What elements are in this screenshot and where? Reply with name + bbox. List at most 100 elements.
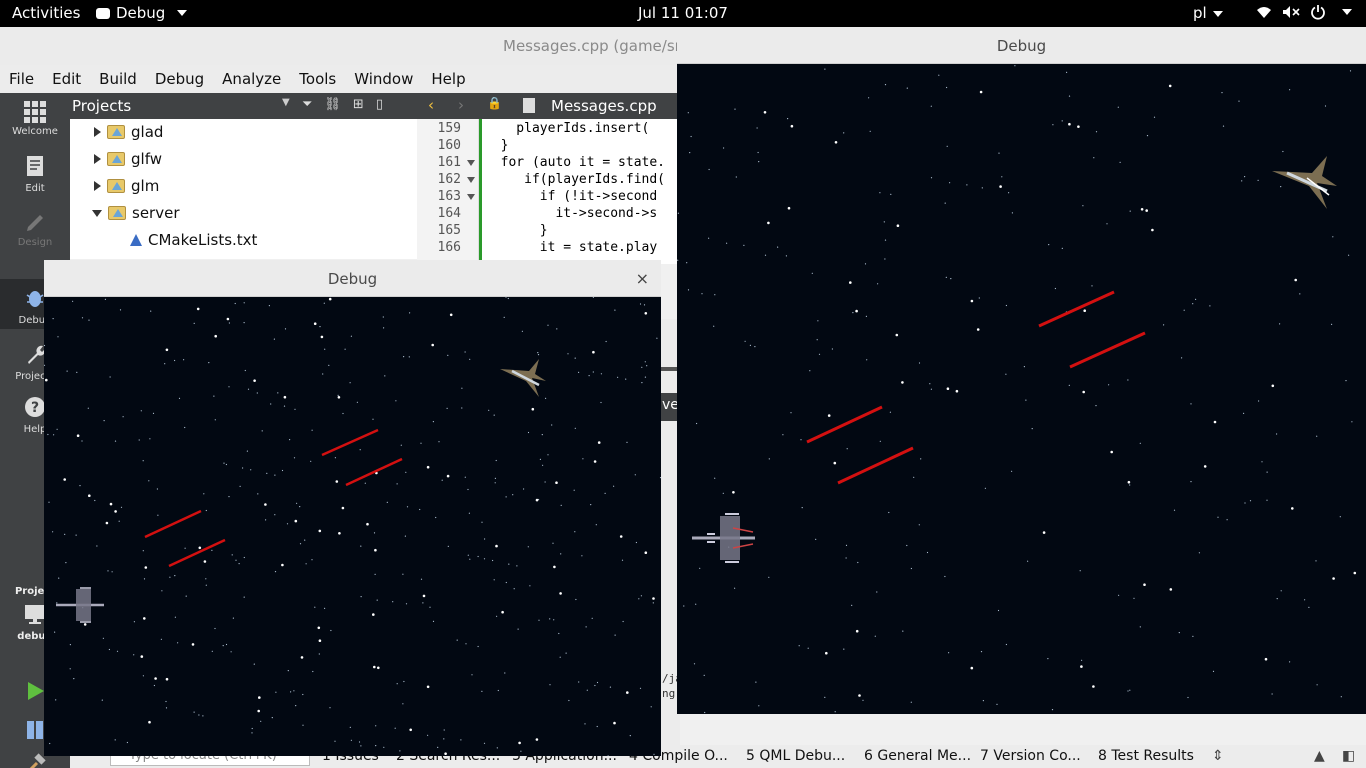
game-canvas[interactable] xyxy=(677,64,1366,714)
forward-arrow-icon[interactable]: › xyxy=(458,96,464,114)
fold-marker-icon[interactable] xyxy=(467,160,475,166)
mode-label: Edit xyxy=(25,183,45,194)
cpp-file-icon xyxy=(523,98,535,113)
star xyxy=(1221,92,1223,94)
star xyxy=(644,551,648,554)
tree-item-glm[interactable]: glm xyxy=(94,173,159,199)
close-sidebar-icon[interactable]: ▯ xyxy=(376,97,383,112)
star xyxy=(1140,208,1144,211)
star xyxy=(824,68,826,70)
menu-help[interactable]: Help xyxy=(422,65,474,94)
star xyxy=(142,550,144,552)
star xyxy=(652,602,654,604)
pane-switcher-icon[interactable]: ⇕ xyxy=(1212,748,1224,764)
expand-arrow-icon[interactable] xyxy=(94,154,101,164)
split-icon[interactable]: ⊞ xyxy=(353,97,364,112)
star xyxy=(443,729,445,731)
system-menu[interactable] xyxy=(1256,4,1352,20)
menu-window[interactable]: Window xyxy=(345,65,422,94)
star xyxy=(551,424,553,426)
projects-view-selector[interactable]: Projects xyxy=(72,97,131,115)
star xyxy=(1294,278,1297,282)
star xyxy=(1054,287,1056,290)
star xyxy=(286,523,289,525)
code-editor[interactable]: 159 playerIds.insert(160 } 161 for (auto … xyxy=(417,119,680,264)
back-arrow-icon[interactable]: ‹ xyxy=(428,96,434,114)
star xyxy=(1209,305,1211,307)
tree-item-glad[interactable]: glad xyxy=(94,119,163,145)
star xyxy=(406,506,409,508)
star xyxy=(477,555,479,558)
menu-analyze[interactable]: Analyze xyxy=(213,65,290,94)
star xyxy=(184,426,186,429)
star xyxy=(277,392,279,394)
expand-arrow-icon[interactable] xyxy=(94,181,101,191)
tree-item-cmakelists[interactable]: CMakeLists.txt xyxy=(130,227,257,253)
star xyxy=(328,364,330,366)
star xyxy=(547,324,549,326)
pane-general-messages[interactable]: 6 General Me... xyxy=(864,748,971,764)
game-canvas[interactable] xyxy=(44,297,661,756)
collapse-arrow-icon[interactable] xyxy=(92,209,102,217)
expand-arrow-icon[interactable] xyxy=(94,127,101,137)
open-file-name[interactable]: Messages.cpp xyxy=(551,97,657,115)
star xyxy=(58,577,60,579)
toggle-output-icon[interactable]: ▲ xyxy=(1314,748,1325,764)
pane-qml-debugger[interactable]: 5 QML Debu... xyxy=(746,748,845,764)
mode-design[interactable]: Design xyxy=(0,209,70,248)
activities-button[interactable]: Activities xyxy=(12,4,80,22)
menu-tools[interactable]: Tools xyxy=(290,65,345,94)
pane-test-results[interactable]: 8 Test Results xyxy=(1098,748,1194,764)
star xyxy=(652,597,655,600)
lock-icon[interactable]: 🔒 xyxy=(487,96,502,110)
filter-icon[interactable]: ⏷ xyxy=(302,97,312,112)
debug-game-window-small[interactable]: Debug × xyxy=(44,260,661,756)
star xyxy=(918,362,921,364)
menu-debug[interactable]: Debug xyxy=(146,65,213,94)
menu-build[interactable]: Build xyxy=(90,65,146,94)
tree-item-glfw[interactable]: glfw xyxy=(94,146,162,172)
star xyxy=(142,675,144,677)
star xyxy=(447,354,449,356)
star xyxy=(1068,122,1071,126)
app-window-icon xyxy=(96,7,110,19)
star xyxy=(53,434,55,436)
link-icon[interactable]: ⛓ xyxy=(324,97,341,112)
star xyxy=(597,441,601,444)
language-indicator[interactable]: pl xyxy=(1193,4,1223,22)
star xyxy=(614,634,616,636)
menu-file[interactable]: File xyxy=(0,65,43,94)
star xyxy=(1005,643,1007,646)
fold-marker-icon[interactable] xyxy=(467,177,475,183)
app-menu[interactable]: Debug xyxy=(96,4,188,22)
star xyxy=(270,403,272,405)
star xyxy=(165,348,169,352)
star xyxy=(1241,180,1243,182)
star xyxy=(461,407,463,409)
star xyxy=(409,312,411,314)
star xyxy=(644,312,648,315)
chevron-down-icon[interactable]: ▼ xyxy=(282,97,290,108)
mode-welcome[interactable]: Welcome xyxy=(0,101,70,137)
star xyxy=(256,392,258,394)
close-icon[interactable]: × xyxy=(636,269,649,288)
mode-edit[interactable]: Edit xyxy=(0,155,70,194)
tree-item-server[interactable]: server xyxy=(92,200,179,226)
window-titlebar[interactable]: Debug xyxy=(677,27,1366,64)
clock[interactable]: Jul 11 01:07 xyxy=(638,4,728,22)
menu-edit[interactable]: Edit xyxy=(43,65,90,94)
star xyxy=(734,108,736,110)
star xyxy=(464,476,466,478)
window-titlebar[interactable]: Debug × xyxy=(44,260,661,297)
star xyxy=(257,709,260,713)
pane-version-control[interactable]: 7 Version Co... xyxy=(980,748,1081,764)
qt-titlebar[interactable]: Messages.cpp (game/src ... xyxy=(0,27,708,65)
star xyxy=(1095,131,1098,133)
toggle-sidebar-icon[interactable]: ◧ xyxy=(1342,748,1355,764)
star xyxy=(405,471,407,473)
fold-marker-icon[interactable] xyxy=(467,194,475,200)
debug-game-window-large[interactable]: Debug xyxy=(677,27,1366,714)
star xyxy=(419,508,421,511)
star xyxy=(464,351,466,353)
star xyxy=(174,359,176,362)
